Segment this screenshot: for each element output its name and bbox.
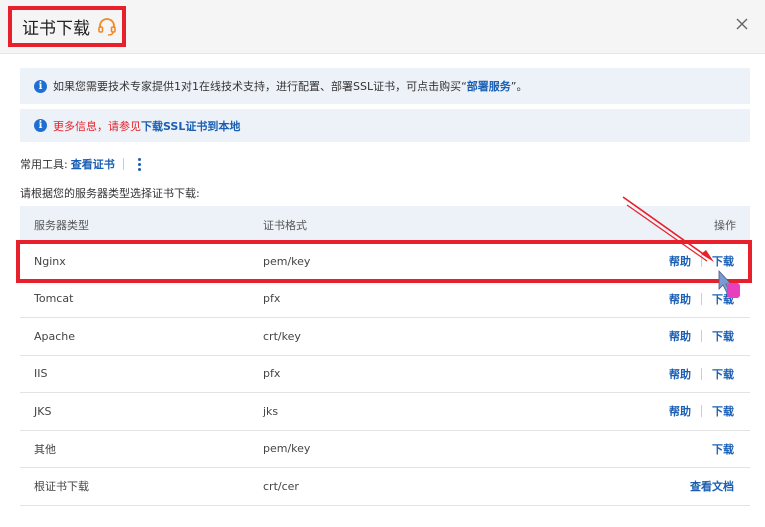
action-divider [701,255,702,268]
download-button[interactable]: 下载 [712,253,734,269]
table-row-tomcat: Tomcat pfx 帮助 下载 [20,281,750,318]
help-link[interactable]: 帮助 [669,366,691,382]
consult-text: 如果您需要技术专家提供1对1在线技术支持，进行配置、部署SSL证书，可点击购买“ [53,80,467,93]
header-format: 证书格式 [263,218,307,232]
download-button[interactable]: 下载 [712,328,734,344]
download-button[interactable]: 下载 [712,403,734,419]
header-action: 操作 [714,218,736,232]
download-button[interactable]: 下载 [712,366,734,382]
more-vertical-icon[interactable] [134,157,145,171]
table-row-root-cert: 根证书下载 crt/cer 查看文档 [20,468,750,506]
tools-divider [122,158,124,170]
select-prompt: 请根据您的服务器类型选择证书下载: [20,187,200,200]
action-divider [701,405,702,418]
row-format: jks [263,404,279,418]
row-format: pfx [263,292,281,306]
download-button[interactable]: 下载 [712,291,734,307]
row-server-type: 根证书下载 [34,480,89,494]
table-header: 服务器类型 证书格式 操作 [20,206,750,243]
action-divider [701,367,702,380]
info-icon: i [34,119,47,132]
row-format: pem/key [263,442,311,456]
dialog-title: 证书下载 [22,19,90,39]
row-format: crt/key [263,329,301,343]
dialog-header: 证书下载 [0,0,765,54]
cert-download-table: 服务器类型 证书格式 操作 Nginx pem/key 帮助 下载 Tomcat … [20,206,750,506]
row-server-type: JKS [34,404,52,418]
table-row-iis: IIS pfx 帮助 下载 [20,356,750,393]
row-format: crt/cer [263,479,299,493]
row-server-type: Nginx [34,254,66,268]
download-button[interactable]: 下载 [712,441,734,457]
more-info-notice: i 更多信息，请参见 下载SSL证书到本地 [20,109,750,142]
action-divider [701,330,702,343]
consult-tail: ”。 [510,80,528,93]
help-link[interactable]: 帮助 [669,403,691,419]
consult-notice: i 如果您需要技术专家提供1对1在线技术支持，进行配置、部署SSL证书，可点击购… [20,68,750,104]
table-row-nginx: Nginx pem/key 帮助 下载 [20,243,750,281]
view-docs-link[interactable]: 查看文档 [690,478,734,494]
more-info-text: 更多信息，请参见 [53,119,141,133]
title-highlight-box: 证书下载 [8,6,126,47]
table-row-jks: JKS jks 帮助 下载 [20,393,750,431]
row-format: pem/key [263,254,311,268]
table-row-other: 其他 pem/key 下载 [20,431,750,468]
row-server-type: Apache [34,329,76,343]
row-server-type: 其他 [34,442,56,456]
row-server-type: Tomcat [34,292,74,306]
help-link[interactable]: 帮助 [669,328,691,344]
tools-bar: 常用工具: 查看证书 [20,155,145,173]
deploy-service-link[interactable]: 部署服务 [467,78,511,94]
table-row-apache: Apache crt/key 帮助 下载 [20,318,750,356]
headset-icon[interactable] [97,17,117,37]
close-icon[interactable] [735,17,749,31]
info-icon: i [34,79,47,93]
row-format: pfx [263,367,281,381]
view-cert-link[interactable]: 查看证书 [71,156,115,172]
download-ssl-doc-link[interactable]: 下载SSL证书到本地 [141,118,240,134]
tools-label: 常用工具: [20,158,68,171]
row-server-type: IIS [34,367,48,381]
header-server-type: 服务器类型 [34,218,89,232]
help-link[interactable]: 帮助 [669,253,691,269]
help-link[interactable]: 帮助 [669,291,691,307]
action-divider [701,292,702,305]
